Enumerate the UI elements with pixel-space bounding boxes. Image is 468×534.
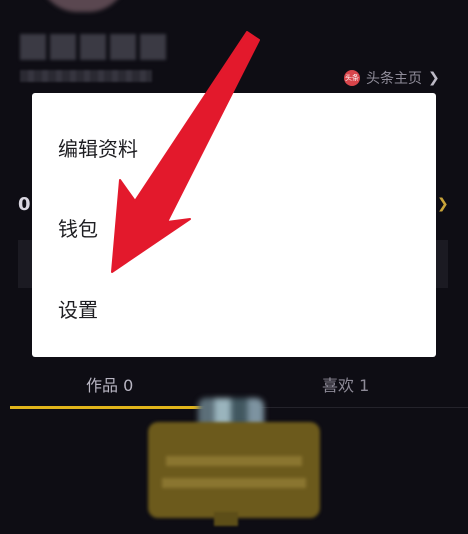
menu-item-settings[interactable]: 设置 xyxy=(58,294,98,323)
pixelated-username xyxy=(20,34,166,64)
stat-count: 0 xyxy=(18,194,31,215)
chevron-right-icon: ❯ xyxy=(437,196,449,212)
chevron-right-icon: ❯ xyxy=(428,70,440,86)
tab-works[interactable]: 作品 0 xyxy=(86,372,133,396)
toutiao-homepage-label: 头条主页 xyxy=(366,71,422,87)
profile-popup-menu: 编辑资料 钱包 设置 xyxy=(32,93,436,357)
pixelated-user-id xyxy=(20,70,152,82)
avatar xyxy=(38,0,128,12)
pixelated-video-card[interactable] xyxy=(148,422,320,518)
toutiao-homepage-link[interactable]: 头条 头条主页 ❯ xyxy=(344,68,440,88)
menu-item-edit-profile[interactable]: 编辑资料 xyxy=(58,133,138,162)
active-tab-indicator xyxy=(10,406,222,409)
menu-item-wallet[interactable]: 钱包 xyxy=(58,213,98,242)
toutiao-logo-icon: 头条 xyxy=(344,70,360,86)
profile-screen: 头条 头条主页 ❯ 0 ❯ 作品 0 喜欢 1 编辑资料 钱包 设置 xyxy=(0,0,468,534)
tab-likes[interactable]: 喜欢 1 xyxy=(322,372,369,396)
pixelated-card-tail xyxy=(214,512,238,526)
